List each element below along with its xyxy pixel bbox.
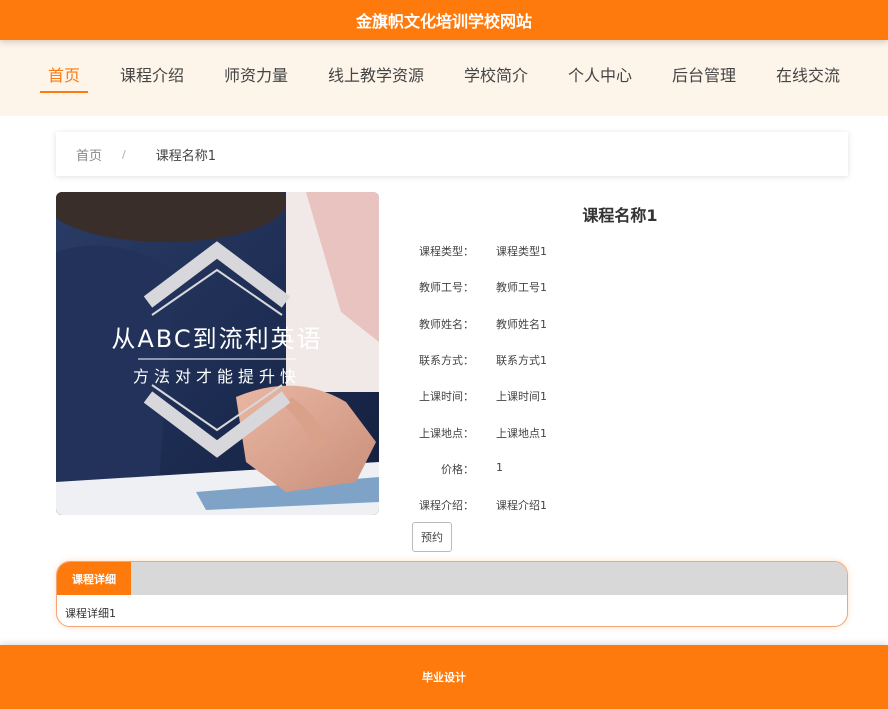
book-button[interactable]: 预约 [412, 522, 452, 552]
main-nav: 首页 课程介绍 师资力量 线上教学资源 学校简介 个人中心 后台管理 在线交流 [0, 40, 888, 116]
info-value: 1 [496, 461, 503, 474]
course-image-tagline: 方法对才能提升快 [133, 367, 301, 386]
info-value: 上课时间1 [496, 390, 547, 403]
site-title: 金旗帜文化培训学校网站 [355, 12, 532, 31]
info-label: 教师工号： [419, 281, 474, 294]
nav-item-teachers[interactable]: 师资力量 [216, 63, 296, 93]
info-row-teacher-id: 教师工号： 教师工号1 [398, 279, 818, 295]
course-image: 从ABC到流利英语 方法对才能提升快 [56, 192, 379, 515]
nav-item-school-intro[interactable]: 学校简介 [456, 63, 536, 93]
course-details-panel: 课程详细 课程详细1 [56, 561, 848, 627]
details-content: 课程详细1 [65, 607, 116, 620]
breadcrumb-current: 课程名称1 [155, 148, 217, 164]
info-value: 上课地点1 [496, 427, 547, 440]
nav-item-personal-center[interactable]: 个人中心 [560, 63, 640, 93]
nav-item-home[interactable]: 首页 [39, 63, 88, 93]
site-footer: 毕业设计 [0, 645, 888, 709]
info-label: 联系方式： [419, 354, 474, 367]
footer-text: 毕业设计 [422, 671, 466, 684]
info-row-price: 价格： 1 [398, 461, 818, 477]
breadcrumb-home-link[interactable]: 首页 [76, 145, 102, 164]
nav-item-admin[interactable]: 后台管理 [664, 63, 744, 93]
course-image-headline: 从ABC到流利英语 [111, 325, 322, 353]
info-label: 上课地点： [419, 427, 474, 440]
info-value: 教师工号1 [496, 281, 547, 294]
info-label: 价格： [441, 463, 474, 476]
nav-item-courses[interactable]: 课程介绍 [112, 63, 192, 93]
info-value: 教师姓名1 [496, 318, 547, 331]
info-row-course-type: 课程类型： 课程类型1 [398, 243, 818, 259]
info-value: 课程类型1 [496, 245, 547, 258]
info-label: 课程类型： [419, 245, 474, 258]
tab-course-details[interactable]: 课程详细 [57, 562, 131, 595]
info-row-class-time: 上课时间： 上课时间1 [398, 388, 818, 404]
course-image-graphic: 从ABC到流利英语 方法对才能提升快 [56, 192, 379, 515]
info-row-course-intro: 课程介绍： 课程介绍1 [398, 497, 818, 513]
details-tab-bar: 课程详细 [57, 562, 847, 595]
info-value: 课程介绍1 [496, 499, 547, 512]
course-title: 课程名称1 [582, 206, 658, 225]
info-row-teacher-name: 教师姓名： 教师姓名1 [398, 316, 818, 332]
nav-item-online-chat[interactable]: 在线交流 [768, 63, 848, 93]
nav-item-online-resources[interactable]: 线上教学资源 [320, 63, 432, 93]
info-label: 上课时间： [419, 390, 474, 403]
info-row-contact: 联系方式： 联系方式1 [398, 352, 818, 368]
breadcrumb-separator: / [122, 147, 126, 161]
info-label: 教师姓名： [419, 318, 474, 331]
info-row-class-location: 上课地点： 上课地点1 [398, 425, 818, 441]
info-value: 联系方式1 [496, 354, 547, 367]
site-header: 金旗帜文化培训学校网站 [0, 0, 888, 40]
breadcrumb: 首页 / 课程名称1 [56, 132, 848, 176]
info-label: 课程介绍： [419, 499, 474, 512]
